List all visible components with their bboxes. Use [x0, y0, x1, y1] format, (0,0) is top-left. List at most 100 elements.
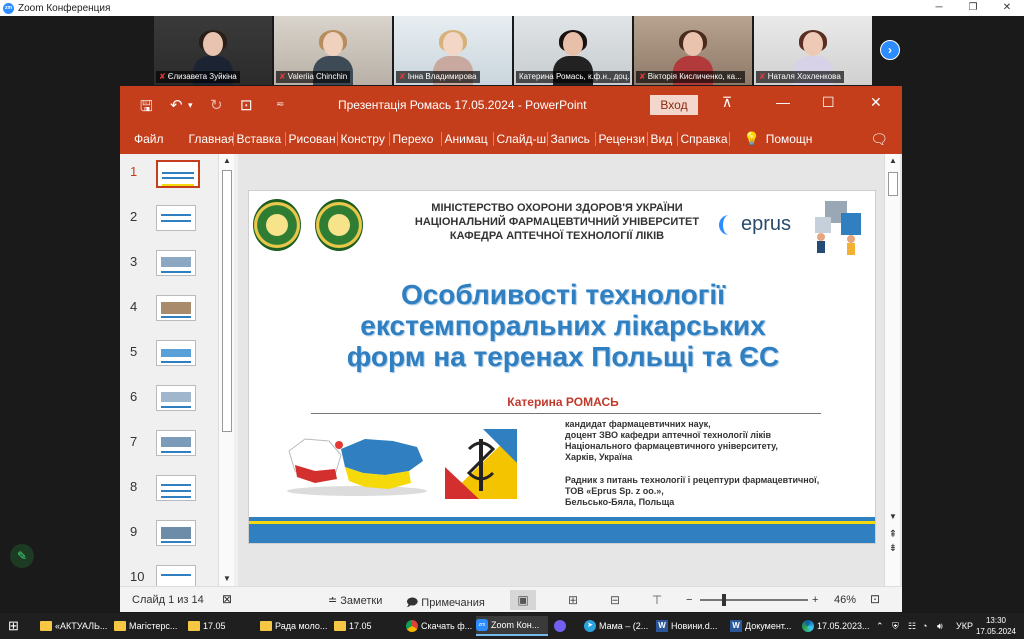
taskbar-item[interactable]: ➤ Мама – (2...: [584, 616, 648, 636]
zoom-slider-knob[interactable]: [722, 594, 726, 606]
powerpoint-window: 🖫 ↶ ▾ ↻ ⊡ ≂ Презентація Ромась 17.05.202…: [120, 86, 902, 612]
slide-thumbnails-pane: 1 2 3 4 5 6 7 8 9 10 ▲ ▼: [120, 154, 238, 586]
minimize-icon[interactable]: —: [776, 94, 790, 110]
slide-canvas[interactable]: МІНІСТЕРСТВО ОХОРОНИ ЗДОРОВ'Я УКРАЇНИ НА…: [248, 190, 876, 544]
taskbar-item[interactable]: 17.05: [334, 616, 372, 636]
fit-to-window-icon[interactable]: ⊡: [870, 592, 880, 606]
participant-tile[interactable]: ✘ Єлизавета Зуйкіна: [154, 16, 272, 85]
thumbnails-scrollbar[interactable]: ▲ ▼: [218, 154, 234, 586]
windows-start-icon[interactable]: ⊞: [8, 616, 19, 636]
tab-view[interactable]: Вид: [648, 132, 678, 146]
minimize-icon[interactable]: ─: [922, 0, 956, 16]
slideshow-view-icon[interactable]: ⊤: [644, 590, 670, 610]
accessibility-icon[interactable]: ⊠: [222, 592, 232, 606]
reading-view-icon[interactable]: ⊟: [602, 590, 628, 610]
participant-tile[interactable]: ✘ Наталя Хохленкова: [754, 16, 872, 85]
scroll-down-icon[interactable]: ▼: [219, 572, 235, 586]
save-icon[interactable]: 🖫: [140, 96, 153, 121]
system-clock[interactable]: 13:30 17.05.2024: [976, 615, 1016, 637]
zoom-logo-icon: zm: [3, 2, 14, 14]
ribbon-display-options-icon[interactable]: ⊼: [722, 94, 732, 111]
tab-design[interactable]: Констру: [338, 132, 390, 146]
previous-slide-icon[interactable]: ⇞: [885, 528, 901, 542]
show-hidden-icons-icon[interactable]: ⌃: [876, 613, 884, 639]
participant-name: Valeriia Chinchin: [287, 72, 348, 81]
thumbnail-slide-1[interactable]: 1: [120, 160, 220, 190]
customize-toolbar-icon[interactable]: ≂: [276, 99, 284, 110]
maximize-icon[interactable]: ❐: [956, 0, 990, 16]
input-language[interactable]: УКР: [956, 613, 973, 639]
scrollbar-thumb[interactable]: [888, 172, 898, 196]
taskbar-item[interactable]: W Новини.d...: [656, 616, 717, 636]
slideshow-from-start-icon[interactable]: ⊡: [240, 96, 253, 114]
taskbar-item-active[interactable]: zm Zoom Кон...: [476, 616, 548, 636]
normal-view-icon[interactable]: ▣: [510, 590, 536, 610]
tab-review[interactable]: Рецензи: [596, 132, 648, 146]
taskbar-item[interactable]: [554, 616, 566, 636]
taskbar-item[interactable]: Магістерс...: [114, 616, 177, 636]
participant-tile[interactable]: ✘ Інна Владимирова: [394, 16, 512, 85]
participant-tile[interactable]: ✘ Вікторія Кисличенко, ка...: [634, 16, 752, 85]
tab-home[interactable]: Главная: [186, 132, 234, 146]
tell-me-search[interactable]: 💡 Помощн: [744, 131, 813, 147]
scroll-up-icon[interactable]: ▲: [219, 154, 235, 168]
participant-tile[interactable]: ✘ Valeriia Chinchin: [274, 16, 392, 85]
undo-dropdown-icon[interactable]: ▾: [188, 100, 193, 111]
wifi-icon[interactable]: ◔: [922, 613, 927, 639]
tab-insert[interactable]: Вставка: [234, 132, 286, 146]
thumbnail-slide-10[interactable]: 10: [120, 565, 220, 586]
thumbnail-slide-5[interactable]: 5: [120, 340, 220, 370]
thumbnail-slide-8[interactable]: 8: [120, 475, 220, 505]
tab-animations[interactable]: Анимац: [442, 132, 494, 146]
slide-sorter-view-icon[interactable]: ⊞: [560, 590, 586, 610]
participant-tile-active-speaker[interactable]: Катерина Ромась, к.ф.н., доц...: [514, 16, 632, 85]
taskbar-item[interactable]: W Документ...: [730, 616, 791, 636]
taskbar-item-label: Zoom Кон...: [491, 620, 540, 630]
chevron-right-icon[interactable]: ›: [880, 40, 900, 60]
tab-draw[interactable]: Рисован: [286, 132, 338, 146]
volume-icon[interactable]: 🔊︎: [937, 613, 943, 639]
editor-scrollbar[interactable]: ▲ ▼ ⇞ ⇟: [884, 154, 900, 586]
zoom-in-button[interactable]: +: [812, 594, 818, 606]
thumbnail-slide-9[interactable]: 9: [120, 520, 220, 550]
undo-icon[interactable]: ↶: [170, 96, 183, 114]
redo-icon[interactable]: ↻: [210, 96, 223, 114]
taskbar-item[interactable]: Рада моло...: [260, 616, 327, 636]
taskbar-item-label: 17.05.2023...: [817, 621, 870, 631]
zoom-percentage[interactable]: 46%: [834, 594, 856, 606]
annotate-pencil-icon[interactable]: ✎: [10, 544, 34, 568]
close-icon[interactable]: ✕: [870, 94, 882, 111]
security-shield-icon[interactable]: ⛨: [892, 613, 899, 639]
taskbar-item[interactable]: 17.05.2023...: [802, 616, 870, 636]
close-icon[interactable]: ✕: [990, 0, 1024, 16]
faculty-emblem-icon: [315, 199, 363, 251]
tab-file[interactable]: Файл: [120, 132, 186, 146]
sign-in-button[interactable]: Вход: [650, 95, 698, 115]
scroll-up-icon[interactable]: ▲: [885, 154, 901, 168]
comments-button[interactable]: 🗩 Примечания: [406, 594, 485, 613]
zoom-out-button[interactable]: −: [686, 594, 692, 606]
taskbar-item[interactable]: «АКТУАЛЬ...: [40, 616, 107, 636]
next-slide-icon[interactable]: ⇟: [885, 542, 901, 556]
thumbnail-slide-2[interactable]: 2: [120, 205, 220, 235]
thumbnail-number: 5: [130, 344, 138, 359]
scrollbar-thumb[interactable]: [222, 170, 232, 432]
tab-record[interactable]: Запись: [548, 132, 596, 146]
scroll-down-icon[interactable]: ▼: [885, 510, 901, 524]
maximize-icon[interactable]: ☐: [822, 94, 835, 111]
thumbnail-slide-3[interactable]: 3: [120, 250, 220, 280]
mic-off-icon: ✘: [759, 72, 766, 81]
thumbnail-slide-4[interactable]: 4: [120, 295, 220, 325]
notes-button[interactable]: ≐ Заметки: [328, 594, 382, 607]
thumbnail-slide-7[interactable]: 7: [120, 430, 220, 460]
taskbar-item[interactable]: Скачать ф...: [406, 616, 472, 636]
taskbar-item[interactable]: 17.05: [188, 616, 226, 636]
network-icon[interactable]: ☷: [908, 613, 916, 639]
zoom-slider[interactable]: [700, 599, 808, 601]
comments-icon[interactable]: 🗨: [870, 131, 888, 148]
ppt-workspace: 1 2 3 4 5 6 7 8 9 10 ▲ ▼ МІНІСТЕРСТВО ОХ…: [120, 154, 902, 586]
tab-help[interactable]: Справка: [678, 132, 730, 146]
thumbnail-slide-6[interactable]: 6: [120, 385, 220, 415]
tab-transitions[interactable]: Перехо: [390, 132, 442, 146]
tab-slideshow[interactable]: Слайд-ш: [494, 132, 548, 146]
